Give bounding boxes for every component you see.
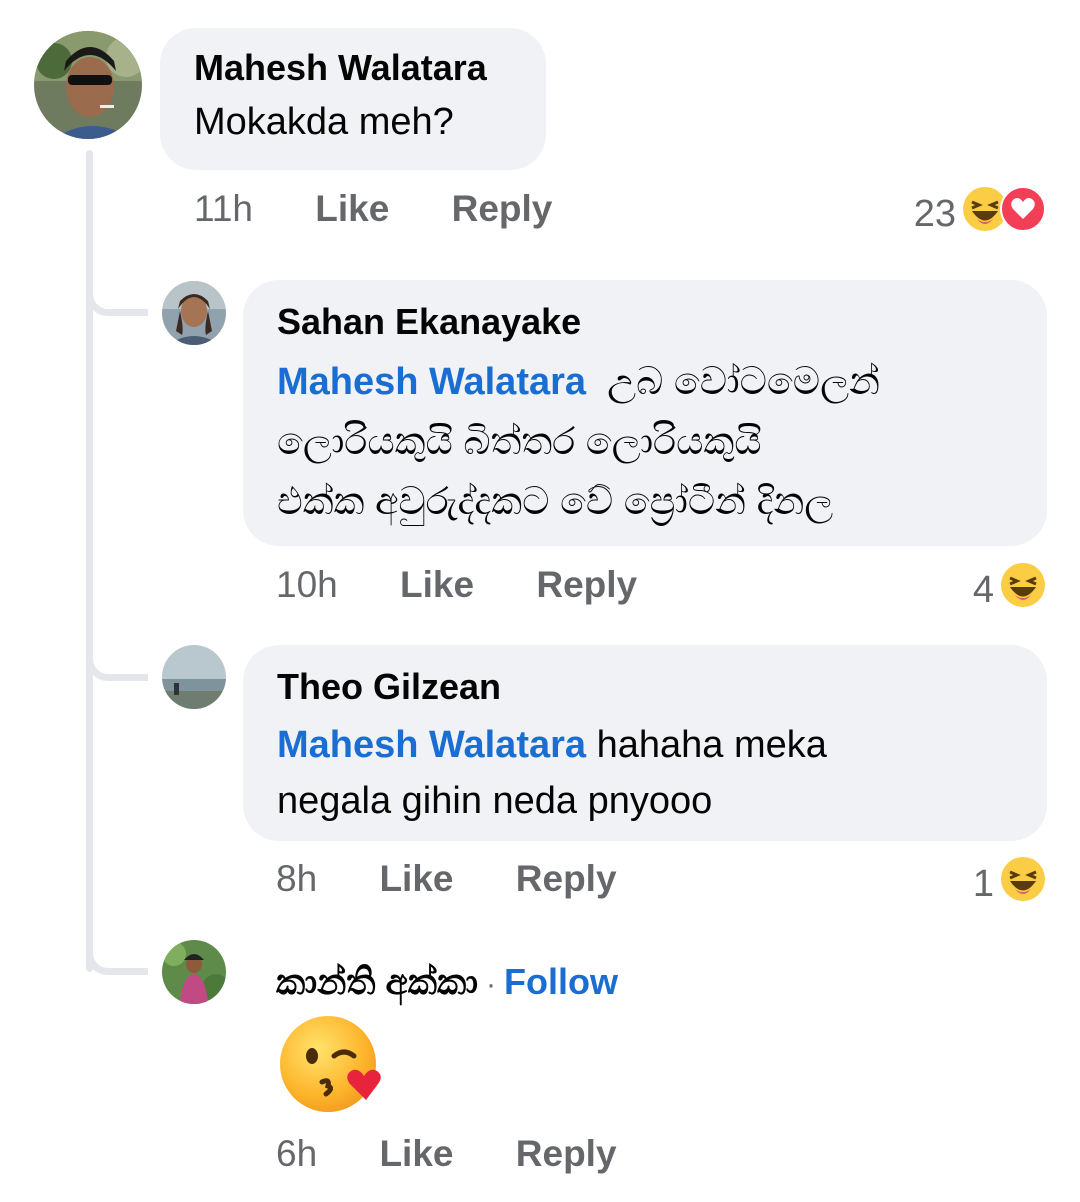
comment-meta: 10h Like Reply — [276, 564, 637, 606]
comment-text-line: එක්ක අවුරුද්දකට වේ ප්‍රෝටීන් දිනල — [277, 481, 834, 523]
comment-time[interactable]: 10h — [276, 564, 338, 605]
reaction-count: 4 — [972, 568, 994, 611]
comment-bubble[interactable]: Mahesh Walatara Mokakda meh? — [160, 28, 546, 170]
comment-header: කාන්ති අක්කා · Follow — [276, 960, 618, 1004]
reply-button[interactable]: Reply — [536, 564, 637, 605]
comment-text: Mokakda meh? — [194, 101, 454, 143]
comment-meta: 8h Like Reply — [276, 858, 617, 900]
like-button[interactable]: Like — [379, 858, 453, 899]
like-button[interactable]: Like — [400, 564, 474, 605]
comment-time[interactable]: 11h — [194, 188, 253, 229]
reaction-count: 1 — [972, 862, 994, 905]
comment-text-line: hahaha meka — [596, 724, 827, 766]
comment-author[interactable]: Mahesh Walatara — [194, 46, 512, 90]
reaction-summary[interactable]: 23 — [914, 186, 1046, 242]
reaction-summary[interactable]: 4 — [973, 562, 1046, 618]
comment-text-line: negala gihin neda pnyooo — [277, 780, 713, 822]
comment-bubble[interactable]: Sahan Ekanayake Mahesh Walatara උබ වෝටමෙ… — [243, 280, 1047, 546]
reaction-summary[interactable]: 1 — [973, 856, 1046, 912]
kissing-heart-emoji — [278, 1012, 386, 1120]
thread-branch — [86, 286, 148, 316]
comment-text-line: ලොරියකුයි බිත්තර ලොරියකුයි — [277, 421, 762, 463]
like-button[interactable]: Like — [315, 188, 389, 229]
comment-text: Mahesh Walatara hahaha meka negala gihin… — [277, 717, 1013, 829]
haha-icon — [1000, 856, 1046, 912]
thread-branch — [86, 651, 148, 681]
like-button[interactable]: Like — [379, 1133, 453, 1174]
comment-text-line: උබ වෝටමෙලන් — [607, 361, 880, 403]
reply-button[interactable]: Reply — [516, 858, 617, 899]
avatar[interactable] — [162, 645, 226, 709]
thread-branch — [86, 945, 148, 975]
comment-author[interactable]: Theo Gilzean — [277, 665, 1013, 709]
avatar[interactable] — [34, 31, 142, 139]
haha-icon — [1000, 562, 1046, 618]
love-icon — [1000, 186, 1046, 242]
comment-time[interactable]: 8h — [276, 858, 317, 899]
mention-link[interactable]: Mahesh Walatara — [277, 361, 586, 403]
reply-button[interactable]: Reply — [452, 188, 553, 229]
follow-button[interactable]: Follow — [504, 961, 618, 1003]
comment-bubble[interactable]: Theo Gilzean Mahesh Walatara hahaha meka… — [243, 645, 1047, 841]
avatar[interactable] — [162, 940, 226, 1004]
reply-button[interactable]: Reply — [516, 1133, 617, 1174]
comment-author[interactable]: Sahan Ekanayake — [277, 300, 1013, 344]
comment-meta: 11h Like Reply — [194, 188, 552, 230]
reaction-count: 23 — [913, 192, 956, 235]
comment-author[interactable]: කාන්ති අක්කා — [276, 960, 478, 1004]
comment-meta: 6h Like Reply — [276, 1133, 617, 1175]
comment-text: Mahesh Walatara උබ වෝටමෙලන් ලොරියකුයි බි… — [277, 352, 1013, 532]
mention-link[interactable]: Mahesh Walatara — [277, 724, 586, 766]
thread-line — [86, 150, 93, 972]
avatar[interactable] — [162, 281, 226, 345]
separator: · — [486, 968, 497, 1001]
comment-time[interactable]: 6h — [276, 1133, 317, 1174]
